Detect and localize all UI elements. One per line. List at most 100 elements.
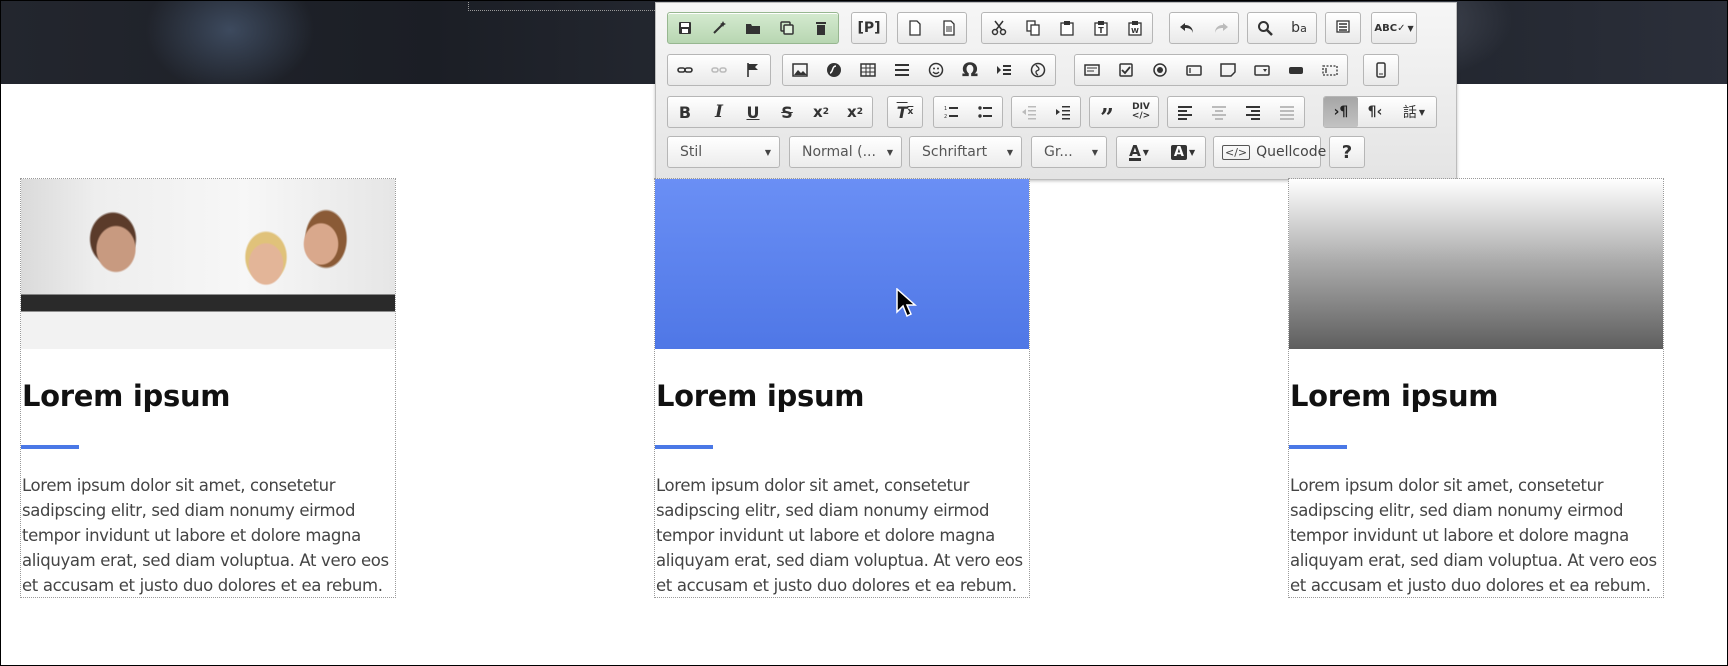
paragraph-marker-icon[interactable]: [P]: [852, 13, 886, 43]
editable-region-outline: [468, 0, 669, 11]
copy-icon[interactable]: [1016, 13, 1050, 43]
copy-template-icon[interactable]: [770, 13, 804, 43]
page-break-icon[interactable]: [987, 55, 1021, 85]
templates-icon[interactable]: [932, 13, 966, 43]
spellcheck-icon[interactable]: ABC✓ ▼: [1372, 13, 1416, 43]
link-icon[interactable]: [668, 55, 702, 85]
language-icon[interactable]: 話 ▼: [1392, 97, 1436, 127]
card-text[interactable]: Lorem ipsum dolor sit amet, consetetur s…: [1290, 473, 1666, 598]
anchor-flag-icon[interactable]: [736, 55, 770, 85]
card-divider: [21, 445, 79, 449]
mobile-group: [1363, 54, 1399, 86]
card-image-gradient[interactable]: [1289, 179, 1663, 349]
basic-styles-group: B I U S x2 x2: [667, 96, 873, 128]
svg-text:T: T: [1098, 26, 1104, 35]
source-button-label: Quellcode: [1256, 144, 1327, 160]
background-color-icon[interactable]: A ▼: [1161, 137, 1205, 167]
iframe-globe-icon[interactable]: [1021, 55, 1055, 85]
checkbox-icon[interactable]: [1109, 55, 1143, 85]
trash-icon[interactable]: [804, 13, 838, 43]
text-direction-rtl-icon[interactable]: ¶‹: [1358, 97, 1392, 127]
text-field-icon[interactable]: [1177, 55, 1211, 85]
card-3[interactable]: Lorem ipsum Lorem ipsum dolor sit amet, …: [1288, 178, 1664, 598]
horizontal-rule-icon[interactable]: [885, 55, 919, 85]
block-group: ” DIV </>: [1089, 96, 1159, 130]
superscript-icon[interactable]: x2: [838, 97, 872, 127]
style-select[interactable]: Stil ▼: [667, 136, 780, 168]
open-folder-icon[interactable]: [736, 13, 770, 43]
magic-wand-icon[interactable]: [702, 13, 736, 43]
card-image-blue[interactable]: [655, 179, 1029, 349]
card-1[interactable]: Lorem ipsum Lorem ipsum dolor sit amet, …: [20, 178, 396, 598]
paste-icon[interactable]: [1050, 13, 1084, 43]
history-group: [1169, 12, 1239, 44]
select-all-icon[interactable]: [1326, 13, 1360, 43]
style-select-label: Stil: [680, 144, 703, 160]
radio-icon[interactable]: [1143, 55, 1177, 85]
text-direction-ltr-icon[interactable]: ›¶: [1324, 97, 1358, 127]
indent-group: [1011, 96, 1081, 128]
remove-format-icon[interactable]: Tx: [888, 97, 922, 127]
image-icon[interactable]: [783, 55, 817, 85]
cut-icon[interactable]: [982, 13, 1016, 43]
strikethrough-icon[interactable]: S: [770, 97, 804, 127]
numbered-list-icon[interactable]: 12: [934, 97, 968, 127]
mobile-preview-icon[interactable]: [1364, 55, 1398, 85]
card-text[interactable]: Lorem ipsum dolor sit amet, consetetur s…: [22, 473, 398, 598]
replace-icon[interactable]: ba: [1282, 13, 1316, 43]
card-title[interactable]: Lorem ipsum: [22, 379, 231, 413]
bullet-list-icon[interactable]: [968, 97, 1002, 127]
special-char-icon[interactable]: Ω: [953, 55, 987, 85]
underline-icon[interactable]: U: [736, 97, 770, 127]
format-select-label: Normal (...: [802, 144, 876, 160]
undo-icon[interactable]: [1170, 13, 1204, 43]
search-icon[interactable]: [1248, 13, 1282, 43]
align-justify-icon[interactable]: [1270, 97, 1304, 127]
blockquote-icon[interactable]: ”: [1090, 97, 1124, 130]
size-select[interactable]: Gr... ▼: [1031, 136, 1107, 168]
card-title[interactable]: Lorem ipsum: [656, 379, 865, 413]
select-all-group: [1325, 12, 1361, 44]
div-container-icon[interactable]: DIV </>: [1124, 97, 1158, 127]
page-group: [897, 12, 967, 44]
outdent-icon[interactable]: [1012, 97, 1046, 127]
svg-text:W: W: [1131, 27, 1139, 35]
align-center-icon[interactable]: [1202, 97, 1236, 127]
align-left-icon[interactable]: [1168, 97, 1202, 127]
source-code-icon: </>: [1222, 144, 1251, 160]
font-select[interactable]: Schriftart ▼: [909, 136, 1022, 168]
paste-word-icon[interactable]: W: [1118, 13, 1152, 43]
indent-icon[interactable]: [1046, 97, 1080, 127]
format-select[interactable]: Normal (... ▼: [789, 136, 902, 168]
smiley-icon[interactable]: [919, 55, 953, 85]
card-text[interactable]: Lorem ipsum dolor sit amet, consetetur s…: [656, 473, 1032, 598]
subscript-icon[interactable]: x2: [804, 97, 838, 127]
textarea-icon[interactable]: [1211, 55, 1245, 85]
text-color-icon[interactable]: A ▼: [1117, 137, 1161, 167]
bold-icon[interactable]: B: [668, 97, 702, 127]
hidden-field-icon[interactable]: [1313, 55, 1347, 85]
italic-icon[interactable]: I: [702, 97, 736, 127]
form-icon[interactable]: [1075, 55, 1109, 85]
align-right-icon[interactable]: [1236, 97, 1270, 127]
chevron-down-icon: ▼: [1006, 148, 1013, 157]
paste-text-icon[interactable]: T: [1084, 13, 1118, 43]
document-group: [667, 12, 839, 44]
button-field-icon[interactable]: [1279, 55, 1313, 85]
svg-text:2: 2: [944, 114, 947, 120]
source-button[interactable]: </> Quellcode: [1213, 136, 1326, 168]
new-page-icon[interactable]: [898, 13, 932, 43]
clipboard-group: T W: [981, 12, 1153, 44]
select-field-icon[interactable]: [1245, 55, 1279, 85]
card-title[interactable]: Lorem ipsum: [1290, 379, 1499, 413]
card-2[interactable]: Lorem ipsum Lorem ipsum dolor sit amet, …: [654, 178, 1030, 598]
editor-toolbar: [P] T W b a ABC✓ ▼ Ω B I U S x 2 x 2 T x…: [655, 2, 1457, 180]
save-icon[interactable]: [668, 13, 702, 43]
flash-icon[interactable]: [817, 55, 851, 85]
chevron-down-icon: ▼: [764, 148, 771, 157]
help-button[interactable]: ?: [1330, 137, 1364, 167]
table-icon[interactable]: [851, 55, 885, 85]
card-image-photo[interactable]: [21, 179, 395, 349]
redo-icon[interactable]: [1204, 13, 1238, 43]
unlink-icon[interactable]: [702, 55, 736, 85]
